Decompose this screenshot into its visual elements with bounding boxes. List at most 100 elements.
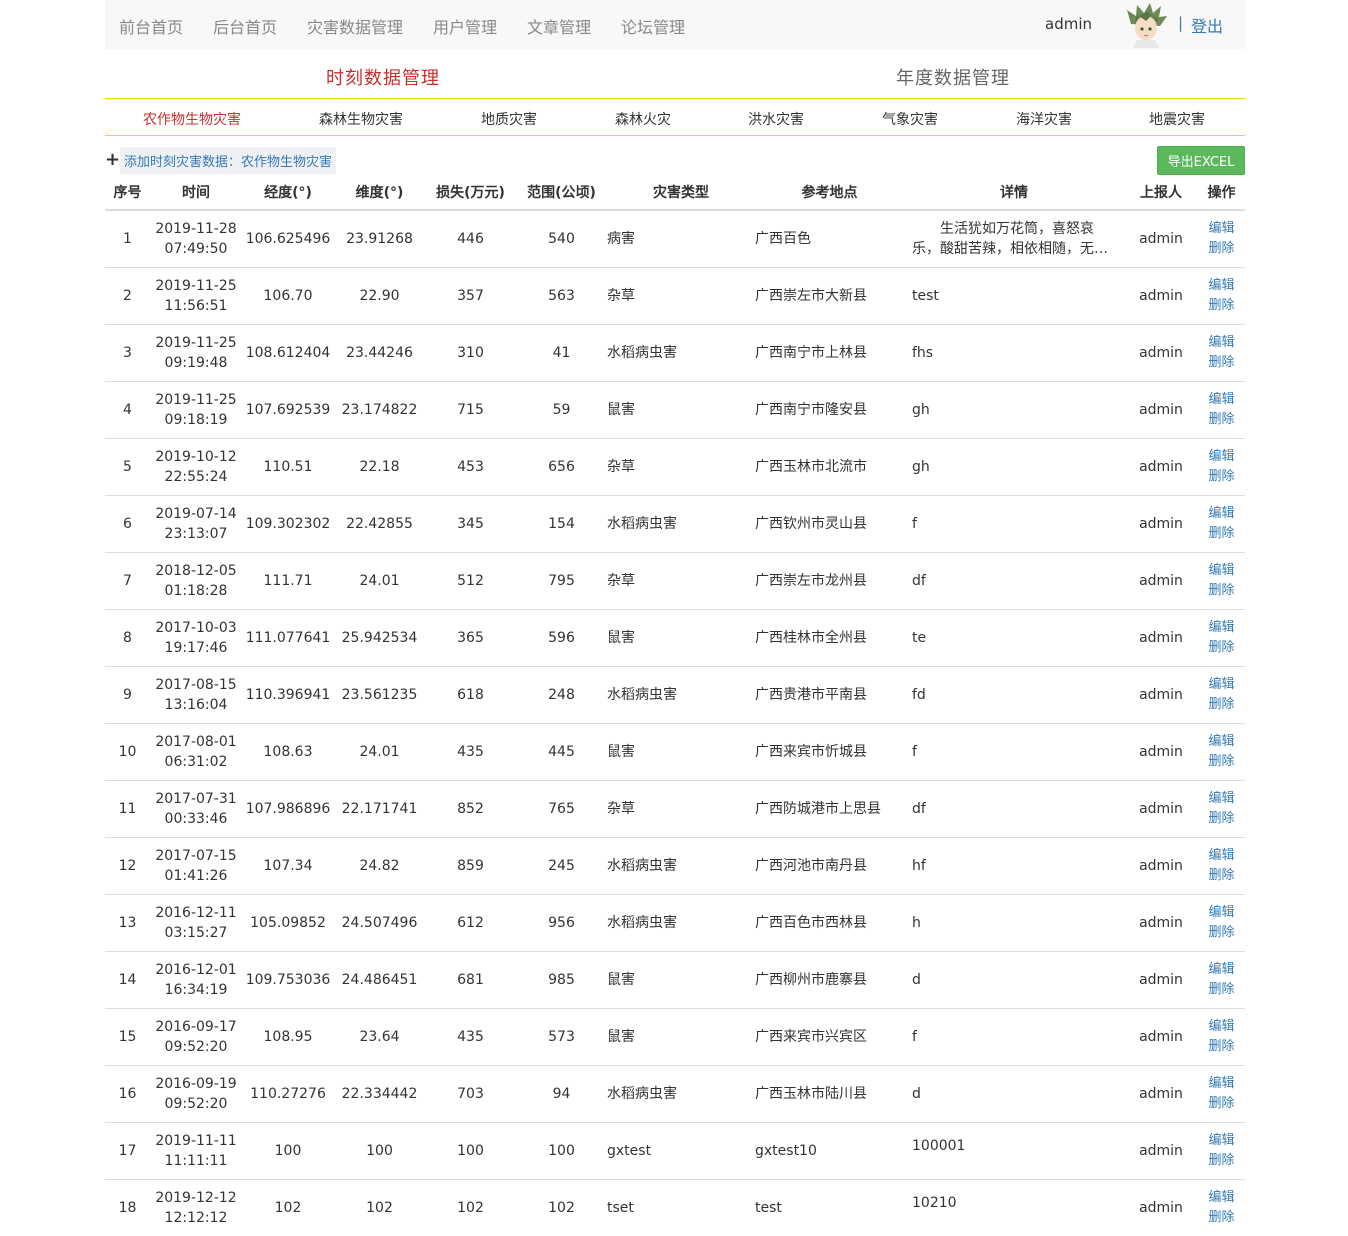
cell-detail-text: fhs <box>912 344 934 361</box>
cell-time: 2016-09-17 09:52:20 <box>150 1007 242 1065</box>
cell-clock: 11:11:11 <box>164 1152 228 1169</box>
add-moment-data-button[interactable]: 添加时刻灾害数据：农作物生物灾害 <box>120 146 337 174</box>
cell-latitude: 23.561235 <box>334 665 425 723</box>
delete-link[interactable]: 删除 <box>1198 866 1245 886</box>
category-geological[interactable]: 地质灾害 <box>481 109 537 129</box>
edit-link[interactable]: 编辑 <box>1198 333 1245 353</box>
edit-link[interactable]: 编辑 <box>1198 789 1245 809</box>
cell-detail-text: te <box>912 629 927 646</box>
cell-clock: 01:18:28 <box>164 582 228 599</box>
cell-area: 540 <box>516 209 607 267</box>
edit-link[interactable]: 编辑 <box>1198 675 1245 695</box>
cell-latitude: 23.44246 <box>334 323 425 381</box>
cell-reporter: admin <box>1124 266 1198 324</box>
edit-link[interactable]: 编辑 <box>1198 1131 1245 1151</box>
category-crop-bio[interactable]: 农作物生物灾害 <box>143 109 241 129</box>
tab-moment-data[interactable]: 时刻数据管理 <box>326 64 440 90</box>
edit-link[interactable]: 编辑 <box>1198 732 1245 752</box>
nav-forum-management[interactable]: 论坛管理 <box>621 14 685 38</box>
category-forest-bio[interactable]: 森林生物灾害 <box>319 109 403 129</box>
delete-link[interactable]: 删除 <box>1198 752 1245 772</box>
nav-user-management[interactable]: 用户管理 <box>433 14 497 38</box>
cell-detail-text: 100001 <box>912 1137 966 1154</box>
edit-link[interactable]: 编辑 <box>1198 903 1245 923</box>
cell-latitude: 22.90 <box>334 266 425 324</box>
delete-link[interactable]: 删除 <box>1198 1037 1245 1057</box>
table-row: 10 2017-08-01 06:31:02 108.63 24.01 435 445 鼠害广… <box>105 722 1245 780</box>
tab-annual-data[interactable]: 年度数据管理 <box>896 64 1010 90</box>
header-longitude: 经度(°) <box>242 174 334 211</box>
edit-link[interactable]: 编辑 <box>1198 219 1245 239</box>
delete-link[interactable]: 删除 <box>1198 353 1245 373</box>
nav-disaster-data[interactable]: 灾害数据管理 <box>307 14 403 38</box>
logout-link[interactable]: 登出 <box>1191 13 1223 37</box>
cell-no: 13 <box>105 893 150 951</box>
cell-reporter: admin <box>1124 950 1198 1008</box>
cell-date: 2019-11-25 <box>155 334 237 351</box>
edit-link[interactable]: 编辑 <box>1198 1017 1245 1037</box>
delete-link[interactable]: 删除 <box>1198 239 1245 259</box>
edit-link[interactable]: 编辑 <box>1198 561 1245 581</box>
cell-reporter: admin <box>1124 836 1198 894</box>
avatar[interactable] <box>1123 2 1169 48</box>
delete-link[interactable]: 删除 <box>1198 638 1245 658</box>
nav-article-management[interactable]: 文章管理 <box>527 14 591 38</box>
cell-disaster-type: 水稻病虫害 <box>607 836 755 894</box>
delete-link[interactable]: 删除 <box>1198 467 1245 487</box>
category-marine[interactable]: 海洋灾害 <box>1016 109 1072 129</box>
cell-place: 广西桂林市全州县 <box>755 608 904 666</box>
cell-time: 2019-11-28 07:49:50 <box>150 209 242 267</box>
delete-link[interactable]: 删除 <box>1198 980 1245 1000</box>
delete-link[interactable]: 删除 <box>1198 1094 1245 1114</box>
delete-link[interactable]: 删除 <box>1198 695 1245 715</box>
cell-loss: 453 <box>425 437 516 495</box>
edit-link[interactable]: 编辑 <box>1198 846 1245 866</box>
cell-date: 2019-07-14 <box>155 505 237 522</box>
cell-reporter: admin <box>1124 1178 1198 1236</box>
edit-link[interactable]: 编辑 <box>1198 960 1245 980</box>
cell-area: 795 <box>516 551 607 609</box>
cell-area: 596 <box>516 608 607 666</box>
delete-link[interactable]: 删除 <box>1198 296 1245 316</box>
cell-longitude: 108.95 <box>242 1007 334 1065</box>
edit-link[interactable]: 编辑 <box>1198 447 1245 467</box>
category-flood[interactable]: 洪水灾害 <box>748 109 804 129</box>
category-earthquake[interactable]: 地震灾害 <box>1149 109 1205 129</box>
delete-link[interactable]: 删除 <box>1198 923 1245 943</box>
delete-link[interactable]: 删除 <box>1198 524 1245 544</box>
export-excel-button[interactable]: 导出EXCEL <box>1157 146 1245 175</box>
edit-link[interactable]: 编辑 <box>1198 504 1245 524</box>
edit-link[interactable]: 编辑 <box>1198 1074 1245 1094</box>
cell-time: 2019-11-25 09:19:48 <box>150 323 242 381</box>
edit-link[interactable]: 编辑 <box>1198 618 1245 638</box>
category-forest-fire[interactable]: 森林火灾 <box>615 109 671 129</box>
delete-link[interactable]: 删除 <box>1198 1151 1245 1171</box>
cell-detail-text: d <box>912 971 921 988</box>
cell-operations: 编辑 删除 <box>1198 608 1245 666</box>
edit-link[interactable]: 编辑 <box>1198 276 1245 296</box>
delete-link[interactable]: 删除 <box>1198 809 1245 829</box>
table-row: 13 2016-12-11 03:15:27 105.09852 24.507496 61… <box>105 893 1245 951</box>
cell-loss: 512 <box>425 551 516 609</box>
cell-clock: 06:31:02 <box>164 753 228 770</box>
header-operations: 操作 <box>1198 174 1245 211</box>
cell-reporter: admin <box>1124 551 1198 609</box>
cell-detail: d <box>904 950 1124 1008</box>
edit-link[interactable]: 编辑 <box>1198 1188 1245 1208</box>
cell-operations: 编辑 删除 <box>1198 494 1245 552</box>
cell-time: 2017-08-01 06:31:02 <box>150 722 242 780</box>
cell-loss: 365 <box>425 608 516 666</box>
nav-backend-home[interactable]: 后台首页 <box>213 14 277 38</box>
nav-frontend-home[interactable]: 前台首页 <box>119 14 183 38</box>
cell-longitude: 106.70 <box>242 266 334 324</box>
delete-link[interactable]: 删除 <box>1198 581 1245 601</box>
category-meteorological[interactable]: 气象灾害 <box>882 109 938 129</box>
edit-link[interactable]: 编辑 <box>1198 390 1245 410</box>
delete-link[interactable]: 删除 <box>1198 410 1245 430</box>
delete-link[interactable]: 删除 <box>1198 1208 1245 1228</box>
cell-latitude: 24.01 <box>334 551 425 609</box>
cell-operations: 编辑 删除 <box>1198 266 1245 324</box>
cell-place: 广西来宾市忻城县 <box>755 722 904 780</box>
cell-loss: 357 <box>425 266 516 324</box>
header-no: 序号 <box>105 174 150 211</box>
